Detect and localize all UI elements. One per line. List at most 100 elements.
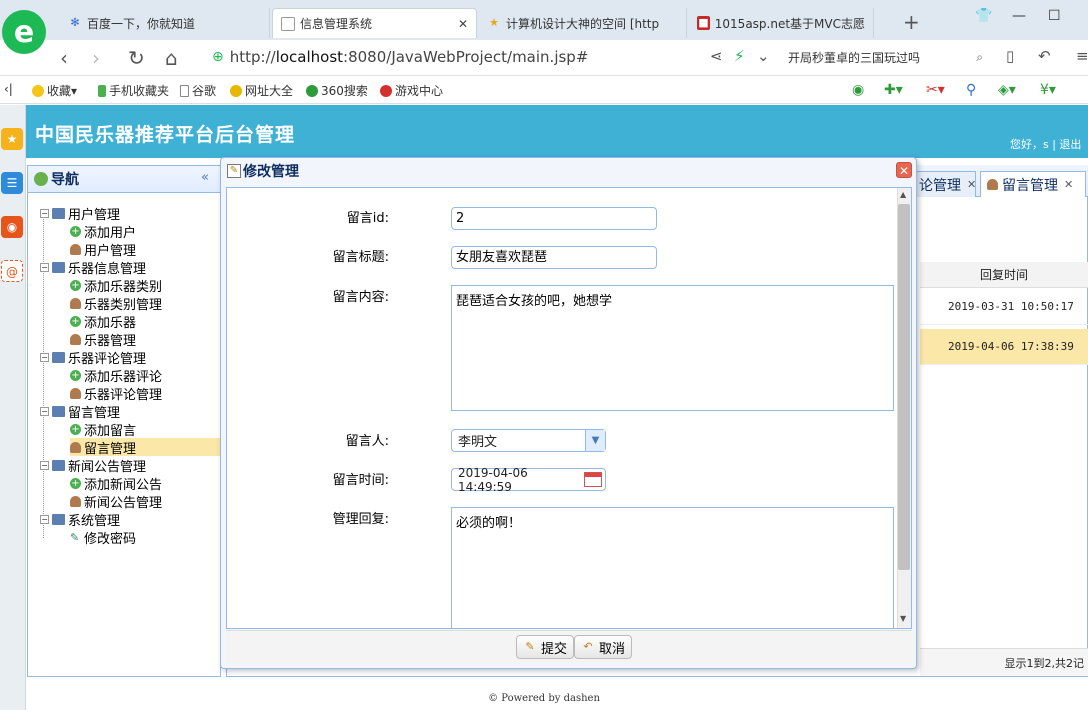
favorites-icon[interactable]: ★ [1,128,23,150]
bookmark-games[interactable]: 游戏中心 [380,82,443,99]
maximize-icon[interactable]: ☐ [1048,8,1061,24]
grid-column-header[interactable]: 回复时间 [920,262,1088,288]
tree-toggle-icon[interactable]: − [40,406,49,416]
nav-item[interactable]: 留言管理 [70,438,242,457]
add-icon: + [70,369,81,381]
shirt-icon[interactable]: 👕 [975,8,992,24]
back-icon[interactable]: ‹ [60,46,68,70]
scrollbar-thumb[interactable] [898,204,910,570]
nav-item[interactable]: − 留言管理 [40,402,120,421]
user-icon [70,495,81,507]
title-label: 留言标题: [332,250,389,265]
cancel-button[interactable]: ↶ 取消 [574,635,633,659]
url-bar[interactable]: ⊕ http://localhost:8080/JavaWebProject/m… [212,44,772,70]
extension-icon[interactable]: ◉ [852,82,864,98]
list-icon[interactable]: ☰ [1,172,23,194]
bookmark-360[interactable]: 360搜索 [306,82,368,99]
tree-toggle-icon[interactable]: − [40,514,49,524]
dropdown-icon[interactable]: ⌄ [757,47,770,65]
bookmark-google[interactable]: 谷歌 [180,82,216,99]
star-icon: ★ [489,16,499,29]
table-row[interactable]: 2019-03-31 10:50:17 [920,289,1088,325]
close-icon[interactable]: ✕ [967,178,976,191]
user-icon [70,243,81,255]
person-select[interactable]: 李明文 ▼ [451,429,606,452]
tab-comment-management[interactable]: 论管理 ✕ [912,171,976,197]
nav-item[interactable]: ✎ 修改密码 [70,528,136,547]
bookmark-sites[interactable]: 网址大全 [230,82,293,99]
title-field[interactable]: 女朋友喜欢琵琶 [451,246,657,269]
bookmark-mobile[interactable]: 手机收藏夹 [98,82,169,99]
nav-item[interactable]: + 添加乐器类别 [70,276,162,295]
secure-icon: ⊕ [212,49,224,65]
nav-item[interactable]: + 添加新闻公告 [70,474,162,493]
nav-item[interactable]: − 乐器评论管理 [40,348,146,367]
dialog-close-icon[interactable]: ✕ [896,162,912,178]
menu-icon[interactable]: ≡ [1076,47,1088,65]
bookmark-toggle-icon[interactable]: ‹| [4,82,13,96]
scissors-icon[interactable]: ✂▾ [926,82,945,98]
search-icon[interactable]: ⌕ [976,50,983,65]
app-title: 中国民乐器推荐平台后台管理 [35,124,296,146]
tree-toggle-icon[interactable]: − [40,352,49,362]
reply-textarea[interactable]: 必须的啊！ [451,507,894,629]
lightning-icon[interactable]: ⚡ [734,47,745,65]
nav-panel: − 用户管理 + 添加用户 用户管理 − 乐器信息管理 + 添加乐器类别 乐器类别管理 + 添加乐器乐… [27,165,242,677]
scroll-down-icon[interactable]: ▼ [900,614,906,623]
add-icon: + [70,279,81,291]
tree-toggle-icon[interactable]: − [40,460,49,470]
add-extension-icon[interactable]: ✚▾ [884,82,903,98]
minimize-icon[interactable]: — [1012,8,1026,24]
collapse-icon[interactable]: « [201,170,209,185]
nav-item[interactable]: + 添加用户 [70,222,136,241]
home-icon[interactable]: ⌂ [165,46,178,70]
id-field[interactable]: 2 [451,207,657,230]
nav-item[interactable]: 新闻公告管理 [70,492,162,511]
nav-item[interactable]: + 添加留言 [70,420,136,439]
nav-item[interactable]: − 系统管理 [40,510,120,529]
content-textarea[interactable]: 琵琶适合女孩的吧，她想学 [451,285,894,411]
search-box[interactable]: 开局秒董卓的三国玩过吗 ⌕ [788,44,983,70]
browser-tab-space[interactable]: ★ 计算机设计大神的空间 [http [479,8,687,38]
dialog-header[interactable]: ✎ 修改管理 [221,158,916,184]
tab-message-management[interactable]: 留言管理 ✕ [980,171,1086,197]
time-datepicker[interactable]: 2019-04-06 14:49:59 [451,466,606,494]
nav-item[interactable]: − 新闻公告管理 [40,456,146,475]
nav-item[interactable]: − 用户管理 [40,204,120,223]
nav-item[interactable]: − 乐器信息管理 [40,258,146,277]
browser-tab-active[interactable]: 信息管理系统 ✕ [272,8,477,38]
undo-icon[interactable]: ↶ [1038,47,1051,65]
nav-item[interactable]: 乐器评论管理 [70,384,162,403]
nav-item[interactable]: 用户管理 [70,240,136,259]
reload-icon[interactable]: ↻ [128,46,145,70]
forward-icon[interactable]: › [92,46,100,70]
person-label: 留言人: [345,434,389,449]
browser-logo-icon: e [2,10,46,54]
nav-item[interactable]: 乐器类别管理 [70,294,162,313]
tab-close-icon[interactable]: ✕ [458,17,468,31]
nav-item[interactable]: + 添加乐器评论 [70,366,162,385]
table-row[interactable]: 2019-04-06 17:38:39 [920,329,1088,365]
new-tab-icon[interactable]: + [903,10,920,34]
weibo-icon[interactable]: ◉ [1,216,23,238]
tree-toggle-icon[interactable]: − [40,208,49,218]
mobile-icon[interactable]: ▯ [1006,47,1014,65]
mail-icon[interactable]: @ [1,260,23,282]
gamepad-icon[interactable]: ◈▾ [998,82,1016,98]
globe-icon [230,85,242,97]
tree-toggle-icon[interactable]: − [40,262,49,272]
scroll-up-icon[interactable]: ▲ [900,190,906,199]
share-icon[interactable]: ⋖ [710,47,723,65]
welcome-text[interactable]: 您好，s | 退出 [1010,136,1081,152]
close-icon[interactable]: ✕ [1064,178,1073,191]
money-icon[interactable]: ¥▾ [1040,82,1056,98]
submit-button[interactable]: ✎ 提交 [516,635,575,659]
chevron-down-icon[interactable]: ▼ [585,430,605,451]
calendar-icon[interactable] [584,472,602,487]
bookmark-favorites[interactable]: 收藏▾ [32,82,77,99]
nav-item[interactable]: 乐器管理 [70,330,136,349]
browser-tab-baidu[interactable]: ✻ 百度一下，你就知道 [60,8,270,38]
nav-item[interactable]: + 添加乐器 [70,312,136,331]
browser-tab-asp[interactable]: ■ 1015asp.net基于MVC志愿 [689,8,874,38]
magnifier-icon[interactable]: ⚲ [966,82,976,98]
